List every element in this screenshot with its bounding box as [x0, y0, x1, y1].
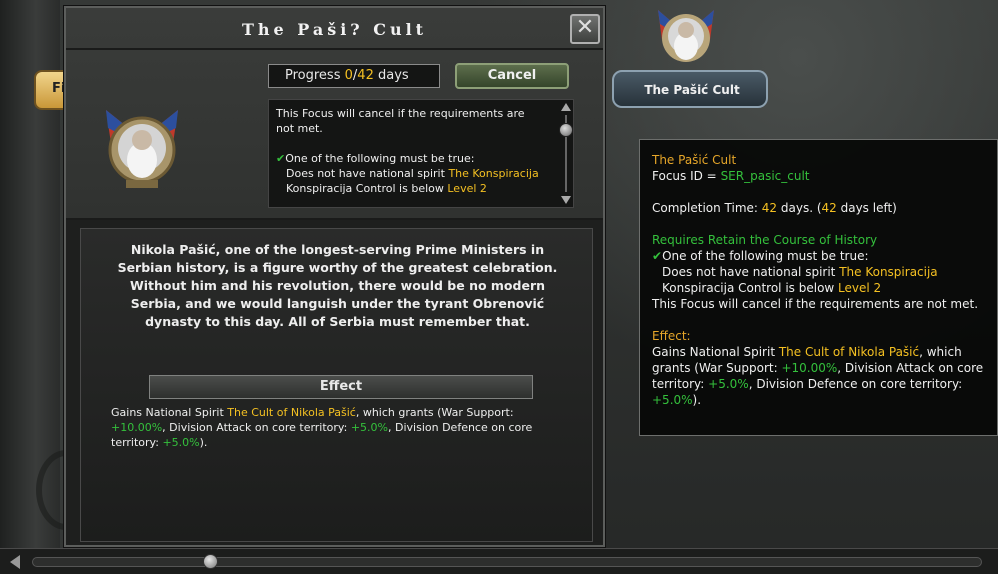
- completion-suffix: days left): [836, 201, 897, 215]
- progress-unit: days: [373, 68, 409, 83]
- focus-id-label: Focus ID =: [652, 169, 721, 183]
- tooltip-cancel-note: This Focus will cancel if the requiremen…: [652, 297, 979, 311]
- pasic-portrait-large-icon: [106, 110, 178, 188]
- tooltip-effect-label: Effect:: [652, 329, 691, 343]
- focus-dialog: The Paši? Cult ✕ Progress 0/42 days Canc…: [64, 6, 605, 547]
- tooltip-defence: +5.0%: [652, 393, 693, 407]
- effect-mid: , which grants (War Support:: [355, 406, 514, 419]
- tooltip-effect-suffix: ).: [692, 393, 702, 407]
- effect-prefix: Gains National Spirit: [111, 406, 228, 419]
- requirements-one-of: ✔One of the following must be true:: [276, 151, 543, 166]
- completion-prefix: Completion Time:: [652, 201, 762, 215]
- completion-days: 42: [761, 201, 778, 215]
- scroll-thumb[interactable]: [203, 554, 218, 569]
- completion-mid: days. (: [777, 201, 822, 215]
- tooltip-condition-1: Does not have national spirit The Konspi…: [652, 264, 985, 280]
- scroll-down-icon[interactable]: [561, 196, 571, 204]
- requirements-box: This Focus will cancel if the requiremen…: [268, 99, 574, 208]
- scroll-left-icon[interactable]: [10, 555, 20, 569]
- focus-node-label: The Pašić Cult: [644, 83, 740, 97]
- cond2-value: Level 2: [447, 182, 487, 195]
- dialog-title: The Paši? Cult: [241, 20, 428, 39]
- tooltip-effect-text: Gains National Spirit The Cult of Nikola…: [652, 344, 985, 408]
- close-button[interactable]: ✕: [570, 14, 600, 44]
- requirement-condition-1: Does not have national spirit The Konspi…: [276, 166, 543, 181]
- cancel-button[interactable]: Cancel: [455, 63, 569, 89]
- tooltip-cond2-text: Konspiracija Control is below: [662, 281, 839, 295]
- cond1-text: Does not have national spirit: [286, 167, 449, 180]
- effect-attack: +5.0%: [350, 421, 389, 434]
- focus-node-plate: The Pašić Cult: [612, 70, 768, 108]
- focus-id-value: SER_pasic_cult: [720, 169, 810, 183]
- tooltip-attack: +5.0%: [708, 377, 749, 391]
- tooltip-cond1-text: Does not have national spirit: [662, 265, 840, 279]
- requirements-cancel-note: This Focus will cancel if the requiremen…: [276, 107, 525, 135]
- tooltip-requires: Requires Retain the Course of History: [652, 233, 878, 247]
- focus-node-pasic-cult[interactable]: The Pašić Cult: [612, 0, 768, 110]
- check-icon: ✔: [652, 249, 663, 263]
- tooltip-effect-prefix: Gains National Spirit: [652, 345, 779, 359]
- dialog-header: The Paši? Cult ✕ Progress 0/42 days Canc…: [66, 8, 603, 220]
- one-of-text: One of the following must be true:: [285, 152, 475, 165]
- focus-description: Nikola Pašić, one of the longest-serving…: [117, 242, 558, 329]
- tooltip-effect-spirit: The Cult of Nikola Pašić: [778, 345, 920, 359]
- tooltip-condition-2: Konspiracija Control is below Level 2: [652, 280, 985, 296]
- effect-spirit: The Cult of Nikola Pašić: [227, 406, 356, 419]
- pasic-portrait-icon: [658, 10, 714, 62]
- effect-defence: +5.0%: [162, 436, 200, 449]
- scroll-up-icon[interactable]: [561, 103, 571, 111]
- tooltip-effect-mid3: , Division Defence on core territory:: [748, 377, 963, 391]
- days-left: 42: [821, 201, 837, 215]
- progress-total: 42: [357, 68, 374, 83]
- tooltip-war-support: +10.00%: [781, 361, 838, 375]
- close-icon: ✕: [575, 15, 595, 40]
- dialog-body: Nikola Pašić, one of the longest-serving…: [80, 228, 593, 542]
- effect-mid2: , Division Attack on core territory:: [162, 421, 351, 434]
- effect-header: Effect: [149, 375, 533, 399]
- scroll-track[interactable]: [32, 557, 982, 567]
- scroll-thumb[interactable]: [559, 123, 573, 137]
- tooltip-cond2-value: Level 2: [838, 281, 882, 295]
- tooltip-one-of: ✔One of the following must be true:: [652, 248, 985, 264]
- effect-text: Gains National Spirit The Cult of Nikola…: [111, 405, 567, 450]
- title-divider: [66, 48, 603, 50]
- progress-label: Progress: [285, 68, 345, 83]
- requirement-condition-2: Konspiracija Control is below Level 2: [276, 181, 543, 196]
- tooltip-title: The Pašić Cult: [652, 153, 737, 167]
- tooltip-focus-id: Focus ID = SER_pasic_cult: [652, 168, 985, 184]
- effect-war-support: +10.00%: [111, 421, 163, 434]
- cond1-value: The Konspiracija: [448, 167, 539, 180]
- progress-current: 0: [344, 68, 353, 83]
- tooltip-completion: Completion Time: 42 days. (42 days left): [652, 200, 985, 216]
- progress-indicator: Progress 0/42 days: [268, 64, 440, 88]
- map-horizontal-scrollbar[interactable]: [0, 548, 998, 574]
- tooltip-cond1-value: The Konspiracija: [839, 265, 938, 279]
- focus-tooltip: The Pašić Cult Focus ID = SER_pasic_cult…: [639, 139, 998, 436]
- effect-suffix: ).: [199, 436, 208, 449]
- cond2-text: Konspiracija Control is below: [286, 182, 448, 195]
- tooltip-one-of-text: One of the following must be true:: [662, 249, 869, 263]
- requirements-scrollbar[interactable]: [559, 101, 573, 206]
- check-icon: ✔: [276, 152, 286, 165]
